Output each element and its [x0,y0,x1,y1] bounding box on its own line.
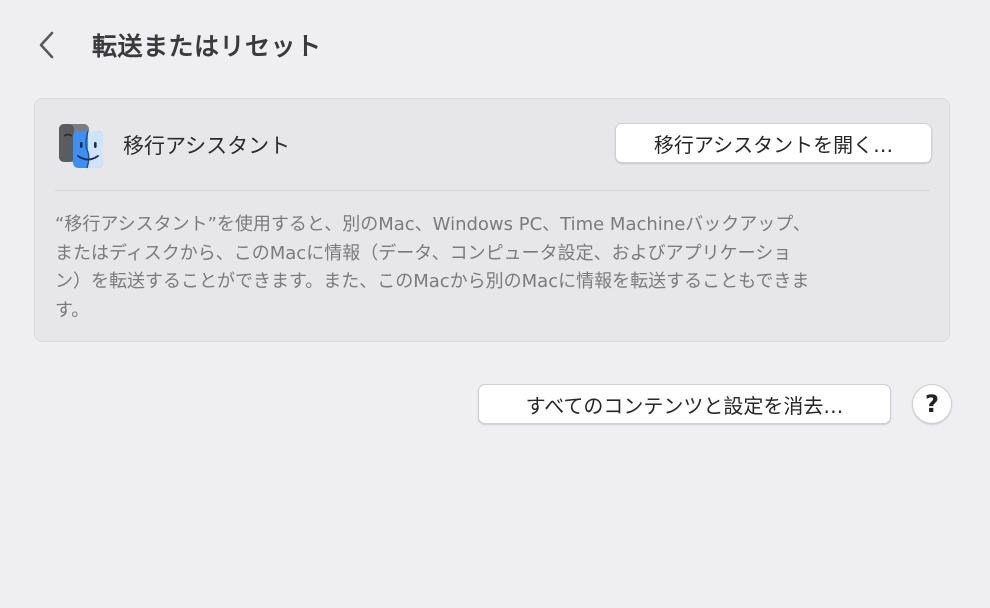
description-line: ン）を転送することができます。また、このMacから別のMacに情報を転送すること… [55,271,810,292]
description-line: す。 [55,299,90,321]
finder-migration-icon [59,124,103,169]
migration-assistant-card: 移行アシスタント 移行アシスタントを開く… “移行アシスタント”を使用すると、別… [34,98,950,342]
back-button[interactable] [30,28,62,62]
erase-all-content-button[interactable]: すべてのコンテンツと設定を消去… [478,384,891,424]
divider [55,190,930,191]
open-migration-assistant-button[interactable]: 移行アシスタントを開く… [615,123,932,163]
description-line: “移行アシスタント”を使用すると、別のMac、Windows PC、Time M… [55,214,811,235]
chevron-left-icon [39,31,54,59]
app-name: 移行アシスタント [123,134,291,158]
description-line: またはディスクから、このMacに情報（データ、コンピュータ設定、およびアプリケー… [55,242,792,264]
help-button[interactable]: ? [912,384,952,424]
page-title: 転送またはリセット [92,32,322,61]
description: “移行アシスタント”を使用すると、別のMac、Windows PC、Time M… [55,211,935,325]
